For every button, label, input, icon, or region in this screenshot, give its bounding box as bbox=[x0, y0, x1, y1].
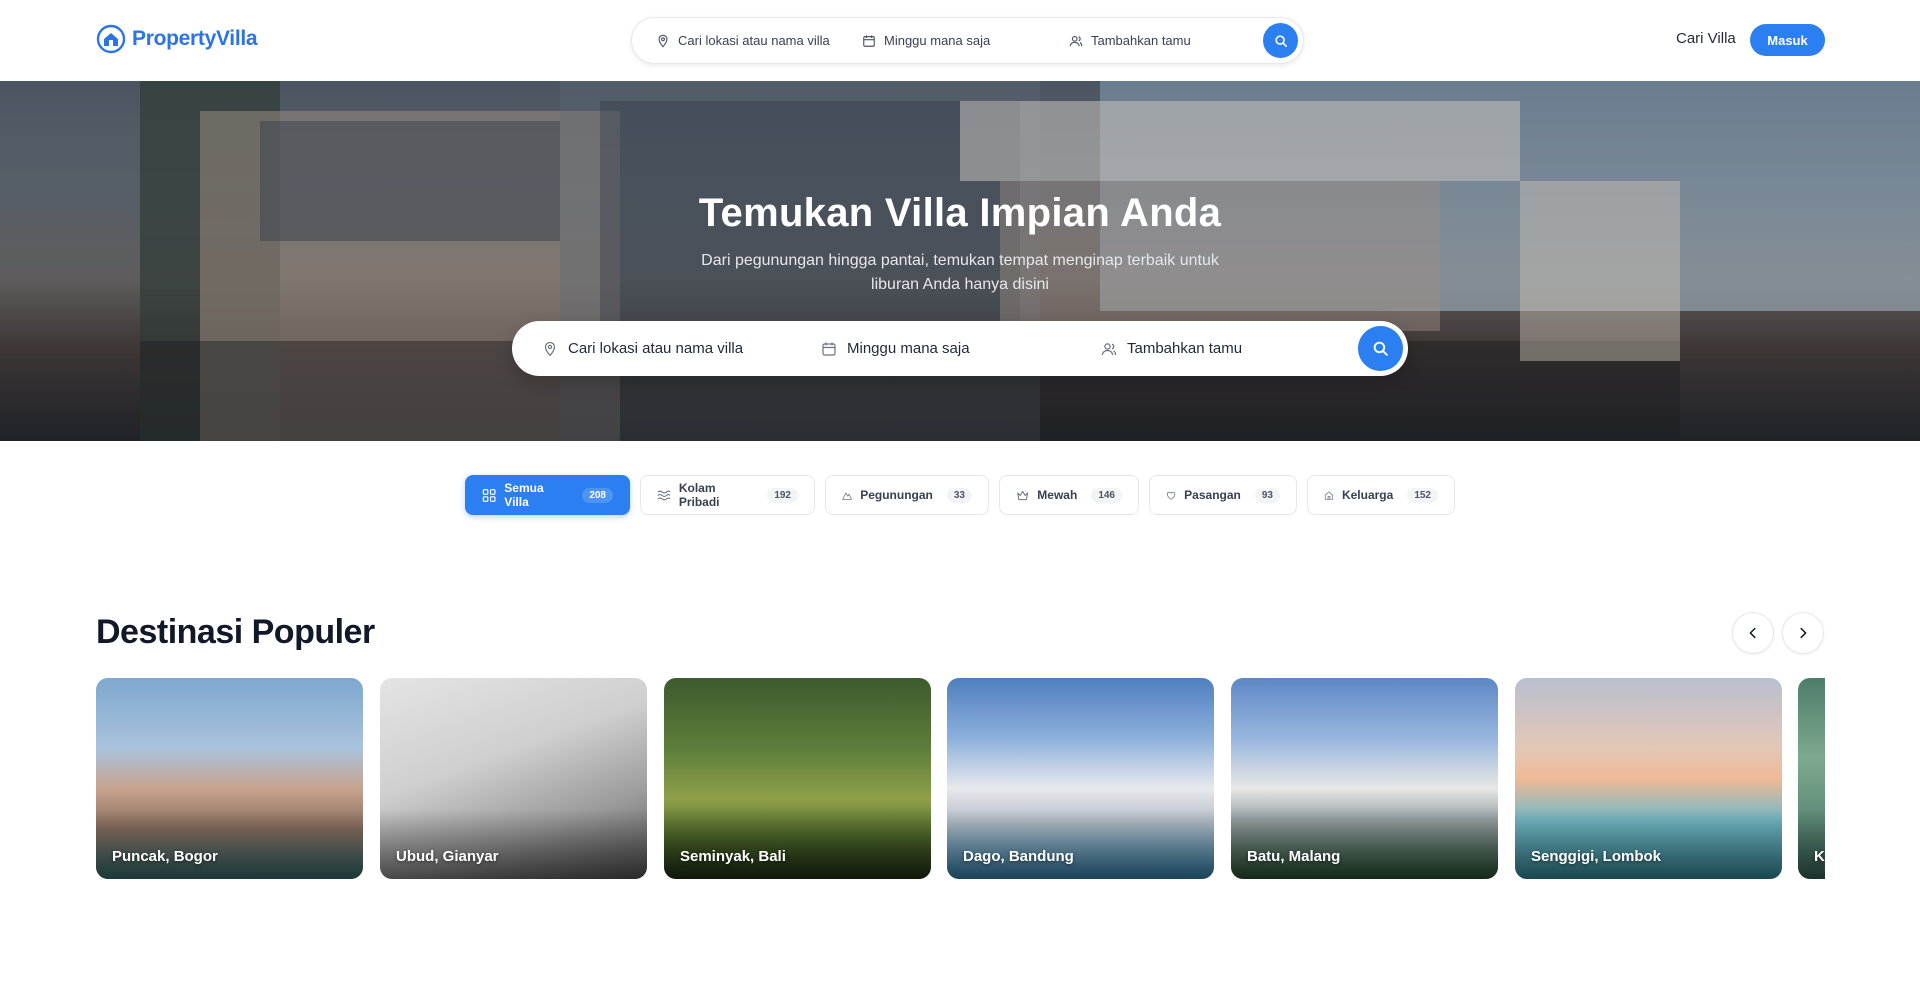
card-shade bbox=[947, 809, 1214, 879]
nav-link-cari-villa[interactable]: Cari Villa bbox=[1676, 30, 1736, 47]
destination-card[interactable]: Batu, Malang bbox=[1231, 678, 1498, 879]
card-shade bbox=[1515, 809, 1782, 879]
category-pegunungan[interactable]: Pegunungan 33 bbox=[825, 475, 989, 515]
heart-icon bbox=[1166, 491, 1176, 500]
search-icon bbox=[1373, 341, 1388, 356]
destination-card[interactable]: Ubud, Gianyar bbox=[380, 678, 647, 879]
grid-icon bbox=[482, 488, 496, 502]
house-logo-icon bbox=[96, 24, 126, 54]
category-semua-villa[interactable]: Semua Villa 208 bbox=[465, 475, 630, 515]
category-label: Kolam Pribadi bbox=[678, 481, 720, 509]
chevron-right-icon bbox=[1800, 627, 1807, 639]
card-shade bbox=[96, 809, 363, 879]
login-button[interactable]: Masuk bbox=[1750, 24, 1825, 56]
category-mewah[interactable]: Mewah 146 bbox=[999, 475, 1139, 515]
hero-search-bar[interactable]: Cari lokasi atau nama villa Minggu mana … bbox=[512, 321, 1408, 376]
category-filter-bar: Semua Villa 208 Kolam Pribadi 192 Pegunu… bbox=[0, 475, 1920, 515]
waves-icon bbox=[657, 490, 671, 500]
category-count: 152 bbox=[1407, 487, 1438, 503]
map-pin-icon bbox=[544, 341, 556, 356]
hero-guests-placeholder: Tambahkan tamu bbox=[1127, 340, 1243, 357]
header-location-field[interactable]: Cari lokasi atau nama villa bbox=[656, 18, 830, 63]
map-pin-icon bbox=[658, 34, 668, 48]
category-label: Keluarga bbox=[1341, 488, 1394, 502]
category-count: 33 bbox=[946, 487, 972, 503]
category-count: 93 bbox=[1254, 487, 1280, 503]
user-icon bbox=[1101, 342, 1117, 355]
calendar-icon bbox=[863, 34, 875, 47]
destination-name: Seminyak, Bali bbox=[680, 848, 786, 865]
header-date-field[interactable]: Minggu mana saja bbox=[862, 18, 990, 63]
destination-name: Ubud, Gianyar bbox=[396, 848, 499, 865]
hero-date-field[interactable]: Minggu mana saja bbox=[821, 321, 970, 376]
hero-subtitle: Dari pegunungan hingga pantai, temukan t… bbox=[701, 252, 1219, 293]
header-location-placeholder: Cari lokasi atau nama villa bbox=[678, 33, 830, 48]
destination-name: Dago, Bandung bbox=[963, 848, 1074, 865]
carousel-prev-button[interactable] bbox=[1732, 612, 1774, 654]
site-header: PropertyVilla Cari lokasi atau nama vill… bbox=[0, 0, 1920, 81]
destination-card[interactable]: Seminyak, Bali bbox=[664, 678, 931, 879]
category-label: Mewah bbox=[1037, 488, 1078, 502]
destination-card[interactable]: Senggigi, Lombok bbox=[1515, 678, 1782, 879]
card-shade bbox=[1231, 809, 1498, 879]
hero-location-placeholder: Cari lokasi atau nama villa bbox=[568, 340, 744, 357]
hero-title: Temukan Villa Impian Anda bbox=[698, 191, 1222, 235]
destination-carousel: Puncak, Bogor Ubud, Gianyar Seminyak, Ba… bbox=[96, 678, 1825, 879]
mountain-icon bbox=[842, 492, 852, 500]
header-search-button[interactable] bbox=[1263, 23, 1298, 58]
destination-card[interactable]: Dago, Bandung bbox=[947, 678, 1214, 879]
card-shade bbox=[1798, 809, 1825, 879]
hero-search-button[interactable] bbox=[1358, 326, 1403, 371]
destination-card[interactable]: Puncak, Bogor bbox=[96, 678, 363, 879]
brand-logo[interactable]: PropertyVilla bbox=[96, 24, 258, 54]
hero-banner: Temukan Villa Impian Anda Dari pegununga… bbox=[0, 81, 1920, 441]
category-count: 192 bbox=[767, 487, 798, 503]
destination-name: K bbox=[1814, 848, 1825, 865]
category-keluarga[interactable]: Keluarga 152 bbox=[1307, 475, 1455, 515]
carousel-next-button[interactable] bbox=[1782, 612, 1824, 654]
card-shade bbox=[664, 809, 931, 879]
search-icon bbox=[1274, 34, 1287, 47]
category-label: Pasangan bbox=[1184, 488, 1241, 502]
hero-location-field[interactable]: Cari lokasi atau nama villa bbox=[542, 321, 743, 376]
chevron-left-icon bbox=[1749, 627, 1756, 639]
destination-name: Senggigi, Lombok bbox=[1531, 848, 1661, 865]
hero-guests-field[interactable]: Tambahkan tamu bbox=[1101, 321, 1242, 376]
calendar-icon bbox=[822, 342, 836, 356]
destination-card[interactable]: K bbox=[1798, 678, 1825, 879]
destination-name: Batu, Malang bbox=[1247, 848, 1341, 865]
destination-name: Puncak, Bogor bbox=[112, 848, 218, 865]
crown-icon bbox=[1017, 490, 1029, 500]
category-label: Semua Villa bbox=[504, 481, 544, 509]
category-kolam-pribadi[interactable]: Kolam Pribadi 192 bbox=[640, 475, 815, 515]
header-guests-placeholder: Tambahkan tamu bbox=[1091, 33, 1191, 48]
brand-name: PropertyVilla bbox=[132, 27, 258, 50]
header-search-bar[interactable]: Cari lokasi atau nama villa Minggu mana … bbox=[631, 17, 1304, 64]
user-icon bbox=[1069, 35, 1083, 46]
category-pasangan[interactable]: Pasangan 93 bbox=[1149, 475, 1297, 515]
card-shade bbox=[380, 809, 647, 879]
category-count: 208 bbox=[582, 487, 613, 503]
section-title-destinasi: Destinasi Populer bbox=[96, 613, 375, 651]
category-count: 146 bbox=[1091, 487, 1122, 503]
header-date-placeholder: Minggu mana saja bbox=[884, 33, 991, 48]
header-guests-field[interactable]: Tambahkan tamu bbox=[1069, 18, 1191, 63]
category-label: Pegunungan bbox=[860, 488, 933, 502]
home-icon bbox=[1324, 490, 1334, 500]
hero-date-placeholder: Minggu mana saja bbox=[847, 340, 970, 357]
